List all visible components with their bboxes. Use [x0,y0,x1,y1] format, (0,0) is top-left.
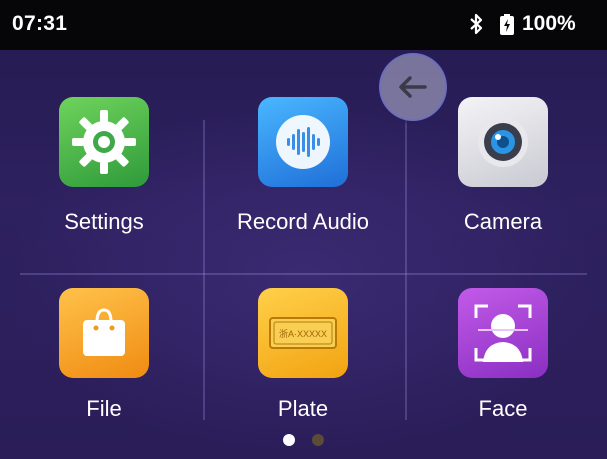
app-settings[interactable]: Settings [4,97,204,247]
license-plate-icon: 浙A·XXXXX [258,288,348,378]
page-indicator-dot[interactable] [312,434,324,446]
bluetooth-icon [470,13,483,35]
audio-wave-icon [258,97,348,187]
battery-percentage: 100% [522,12,576,35]
app-label-record-audio: Record Audio [236,209,370,234]
app-label-settings: Settings [64,209,144,234]
page-indicator-dot-active[interactable] [283,434,295,446]
app-label-face: Face [478,396,528,421]
clock: 07:31 [12,12,68,35]
arrow-left-icon [399,76,427,98]
grid-divider-horizontal [20,273,587,275]
face-scan-icon [458,288,548,378]
app-face[interactable]: Face [403,288,603,428]
battery-icon [500,14,514,35]
app-record-audio[interactable]: Record Audio [203,97,403,247]
app-label-camera: Camera [463,209,543,234]
home-screen: 07:31 100% Settings Record Audio Camera … [0,0,607,459]
gear-icon [59,97,149,187]
app-plate[interactable]: 浙A·XXXXX Plate [203,288,403,428]
app-label-plate: Plate [277,396,329,421]
bag-icon [59,288,149,378]
status-bar: 07:31 100% [0,0,607,50]
back-button[interactable] [379,53,447,121]
camera-icon [458,97,548,187]
plate-text: 浙A·XXXXX [279,328,327,339]
app-label-file: File [86,396,122,421]
app-camera[interactable]: Camera [403,97,603,247]
app-file[interactable]: File [4,288,204,428]
